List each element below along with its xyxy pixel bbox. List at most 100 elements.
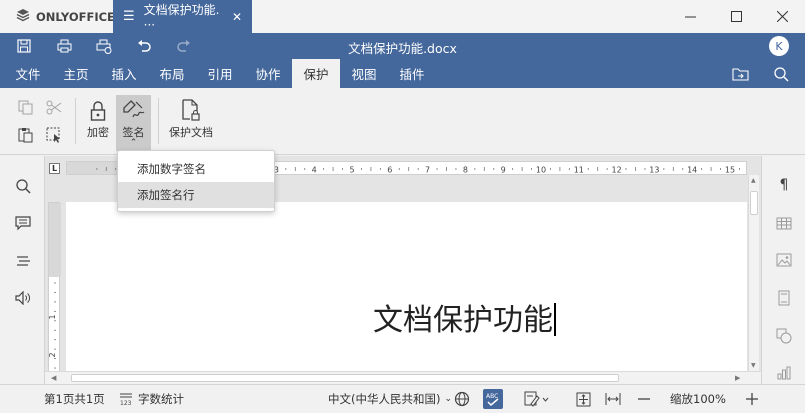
table-settings-icon[interactable] [775, 214, 793, 232]
ruler-number: 6 [387, 166, 392, 175]
vertical-scrollbar[interactable]: ▲ ▼ [748, 175, 759, 371]
select-all-icon[interactable] [44, 125, 64, 145]
ruler-number: 9 [501, 166, 506, 175]
document-tab[interactable]: ☰ 文档保护功能. ··· ✕ [113, 0, 252, 33]
speaker-icon[interactable] [14, 289, 32, 307]
lock-icon [90, 95, 106, 121]
vertical-ruler[interactable]: 12 [48, 202, 61, 372]
close-tab-icon[interactable]: ✕ [232, 10, 242, 24]
tab-layout[interactable]: 布局 [150, 59, 194, 88]
document-text: 文档保护功能 [373, 303, 553, 338]
scroll-right-arrow-icon[interactable]: ▶ [735, 374, 740, 382]
vertical-ruler-ticks: 12 [48, 203, 61, 369]
app-brand: ONLYOFFICE [0, 0, 115, 33]
encrypt-button[interactable]: 加密 [84, 95, 112, 151]
tab-file[interactable]: 文件 [6, 59, 50, 88]
header-footer-settings-icon[interactable] [775, 289, 793, 307]
text-cursor [554, 303, 556, 336]
close-icon [776, 11, 788, 22]
right-sidebar: ¶ [761, 156, 805, 384]
shape-settings-icon[interactable] [775, 327, 793, 345]
document-body-text[interactable]: 文档保护功能 [373, 295, 556, 339]
ruler-number: 12 [612, 166, 622, 175]
close-window-button[interactable] [759, 0, 805, 33]
onlyoffice-logo-icon [16, 8, 30, 25]
ruler-number: 7 [425, 166, 430, 175]
ruler-number: 11 [574, 166, 584, 175]
brand-name: ONLYOFFICE [36, 9, 115, 24]
language-selector[interactable]: 中文(中华人民共和国) ⌄ [328, 385, 452, 413]
zoom-in-icon[interactable] [743, 390, 761, 408]
comments-icon[interactable] [14, 214, 32, 232]
ribbon-toolbar: 加密 签名 ⌃ 保护文档 [0, 88, 805, 155]
vertical-ruler-number: 2 [49, 352, 57, 357]
vertical-ruler-margin [49, 203, 61, 277]
spell-check-icon[interactable]: ABC [483, 389, 503, 409]
navigation-icon[interactable] [14, 252, 32, 270]
menu-item-add-signature-line[interactable]: 添加签名行 [118, 182, 274, 208]
maximize-button[interactable] [713, 0, 759, 33]
globe-icon[interactable] [453, 390, 471, 408]
toolbar-divider [158, 98, 159, 144]
scroll-up-arrow-icon[interactable]: ▲ [751, 177, 756, 184]
signature-dropdown-menu: 添加数字签名 添加签名行 [117, 150, 275, 212]
image-settings-icon[interactable] [775, 251, 793, 269]
zoom-label[interactable]: 缩放100% [670, 385, 726, 413]
signature-button[interactable]: 签名 ⌃ [116, 95, 151, 151]
search-icon[interactable] [14, 177, 32, 195]
document-title: 文档保护功能.docx [348, 41, 457, 56]
paragraph-settings-icon[interactable]: ¶ [775, 176, 793, 194]
chart-settings-icon[interactable] [775, 364, 793, 382]
tab-home[interactable]: 主页 [54, 59, 98, 88]
scroll-down-arrow-icon[interactable]: ▼ [751, 362, 756, 369]
word-count-label[interactable]: 字数统计 [138, 385, 184, 413]
horizontal-scroll-thumb[interactable] [71, 374, 619, 382]
ribbon-tabs: 文件 主页 插入 布局 引用 协作 保护 视图 插件 [0, 59, 805, 88]
chevron-up-icon: ⌃ [129, 138, 138, 148]
window-title-bar: ONLYOFFICE ☰ 文档保护功能. ··· ✕ [0, 0, 805, 33]
protect-document-button[interactable]: 保护文档 [166, 95, 216, 151]
app-header: 文档保护功能.docx K [0, 33, 805, 59]
ruler-number: 10 [536, 166, 546, 175]
paste-icon[interactable] [15, 125, 35, 145]
ruler-number: 14 [687, 166, 697, 175]
minimize-button[interactable] [667, 0, 713, 33]
cut-icon[interactable] [44, 97, 64, 117]
search-icon[interactable] [772, 65, 790, 83]
menu-item-add-digital-signature[interactable]: 添加数字签名 [118, 156, 274, 182]
tab-references[interactable]: 引用 [198, 59, 242, 88]
ruler-number: 5 [349, 166, 354, 175]
open-file-location-icon[interactable] [731, 65, 749, 83]
zoom-out-icon[interactable] [635, 390, 653, 408]
tab-protection[interactable]: 保护 [292, 59, 340, 88]
word-count-icon[interactable]: 123 [117, 390, 135, 408]
scroll-left-arrow-icon[interactable]: ◀ [51, 374, 56, 382]
svg-text:ABC: ABC [486, 393, 498, 400]
minimize-icon [684, 16, 696, 18]
user-avatar[interactable]: K [769, 36, 789, 56]
chevron-down-icon: ⌄ [444, 394, 453, 404]
vertical-scroll-thumb[interactable] [750, 191, 758, 215]
tab-stop-selector[interactable]: L [49, 163, 60, 174]
tab-view[interactable]: 视图 [342, 59, 386, 88]
track-changes-icon[interactable] [524, 390, 550, 408]
vertical-ruler-number: 1 [49, 314, 57, 319]
ruler-number: 4 [312, 166, 317, 175]
tab-plugins[interactable]: 插件 [390, 59, 434, 88]
hamburger-icon[interactable]: ☰ [123, 9, 135, 24]
left-sidebar [0, 156, 45, 384]
fit-to-width-icon[interactable] [604, 390, 622, 408]
page-info[interactable]: 第1页共1页 [44, 385, 105, 413]
signature-pen-icon [122, 95, 145, 121]
ruler-number: 15 [725, 166, 735, 175]
protect-document-label: 保护文档 [169, 126, 213, 139]
horizontal-scrollbar[interactable]: ◀ ▶ [45, 371, 761, 384]
copy-icon[interactable] [15, 97, 35, 117]
tab-insert[interactable]: 插入 [102, 59, 146, 88]
tab-collaboration[interactable]: 协作 [246, 59, 290, 88]
maximize-icon [730, 11, 742, 22]
document-page[interactable]: 文档保护功能 [66, 202, 747, 372]
fit-to-page-icon[interactable] [574, 390, 592, 408]
encrypt-label: 加密 [87, 126, 109, 139]
svg-text:123: 123 [120, 400, 132, 406]
